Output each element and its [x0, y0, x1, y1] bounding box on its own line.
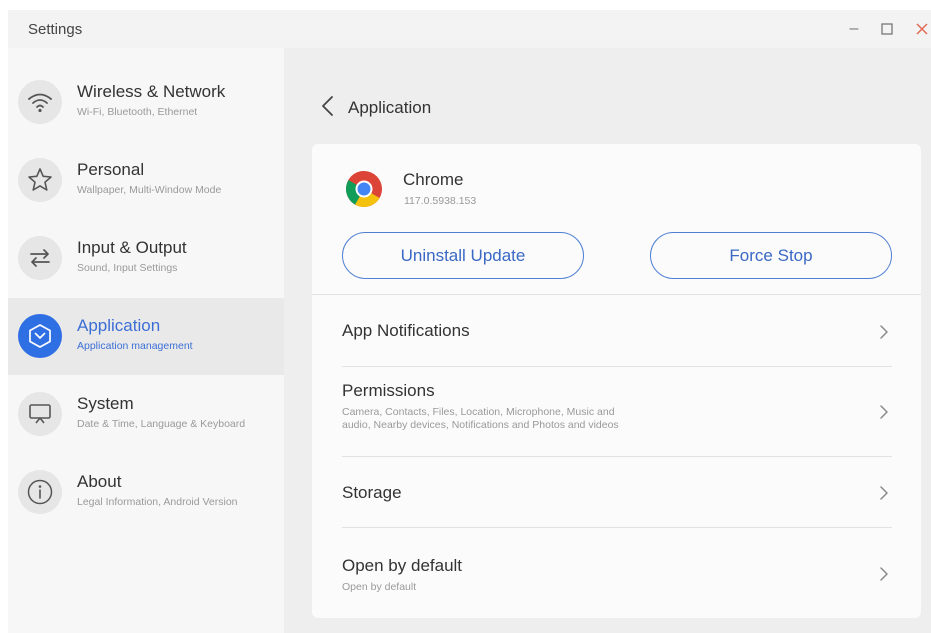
chevron-left-icon[interactable] [318, 94, 338, 118]
main-panel: Application Chrome 117.0.5938.153 Uninst… [284, 48, 931, 633]
monitor-icon [18, 392, 62, 436]
minimize-button[interactable]: – [843, 18, 865, 40]
force-stop-button[interactable]: Force Stop [650, 232, 892, 279]
sidebar-item-subtitle: Date & Time, Language & Keyboard [77, 418, 246, 430]
chevron-right-icon [878, 485, 890, 501]
row-subtitle: Open by default [342, 581, 417, 593]
sidebar-item-label: About [77, 472, 122, 491]
row-subtitle: Camera, Contacts, Files, Location, Micro… [342, 406, 619, 431]
sidebar-item-subtitle: Wallpaper, Multi-Window Mode [77, 184, 222, 196]
page-title: Application [348, 98, 432, 117]
sidebar-item-label: Input & Output [77, 238, 187, 257]
row-label: Permissions [342, 381, 435, 400]
sidebar-item-label: Personal [77, 160, 145, 179]
window-title: Settings [28, 21, 83, 38]
sidebar-item-about[interactable]: About Legal Information, Android Version [8, 454, 284, 531]
sidebar-item-label: System [77, 394, 134, 413]
info-icon [18, 470, 62, 514]
uninstall-update-button[interactable]: Uninstall Update [342, 232, 584, 279]
sidebar-item-label: Application [77, 316, 161, 335]
storage-row[interactable]: Storage [312, 457, 921, 527]
chevron-right-icon [878, 566, 890, 582]
chevron-right-icon [878, 404, 890, 420]
permissions-row[interactable]: Permissions Camera, Contacts, Files, Loc… [312, 367, 921, 456]
title-bar: Settings – [8, 10, 931, 48]
row-label: Open by default [342, 556, 463, 575]
app-details-card: Chrome 117.0.5938.153 Uninstall Update F… [312, 144, 921, 618]
sidebar-item-input-output[interactable]: Input & Output Sound, Input Settings [8, 220, 284, 297]
sidebar-item-subtitle: Legal Information, Android Version [77, 496, 238, 508]
sidebar-item-subtitle: Application management [77, 340, 193, 352]
swap-arrows-icon [18, 236, 62, 280]
sidebar-item-label: Wireless & Network [77, 82, 226, 101]
row-label: App Notifications [342, 321, 470, 340]
row-label: Storage [342, 483, 402, 502]
chevron-right-icon [878, 324, 890, 340]
close-button[interactable] [911, 18, 931, 40]
sidebar-item-personal[interactable]: Personal Wallpaper, Multi-Window Mode [8, 142, 284, 219]
maximize-icon [881, 23, 893, 35]
open-by-default-row[interactable]: Open by default Open by default [312, 528, 921, 613]
app-notifications-row[interactable]: App Notifications [312, 295, 921, 366]
close-icon [916, 23, 928, 35]
chrome-icon [345, 170, 383, 208]
star-icon [18, 158, 62, 202]
sidebar-item-subtitle: Wi-Fi, Bluetooth, Ethernet [77, 106, 198, 118]
wifi-icon [18, 80, 62, 124]
sidebar-item-subtitle: Sound, Input Settings [77, 262, 178, 274]
application-hexagon-icon [18, 314, 62, 358]
maximize-button[interactable] [876, 18, 898, 40]
sidebar: Wireless & Network Wi-Fi, Bluetooth, Eth… [8, 48, 284, 633]
sidebar-item-wireless-network[interactable]: Wireless & Network Wi-Fi, Bluetooth, Eth… [8, 64, 284, 141]
app-name: Chrome [403, 170, 464, 189]
settings-window: Settings – Wireless & Network Wi-Fi, Blu… [8, 10, 931, 633]
app-version: 117.0.5938.153 [404, 195, 477, 207]
sidebar-item-application[interactable]: Application Application management [8, 298, 284, 375]
sidebar-item-system[interactable]: System Date & Time, Language & Keyboard [8, 376, 284, 453]
